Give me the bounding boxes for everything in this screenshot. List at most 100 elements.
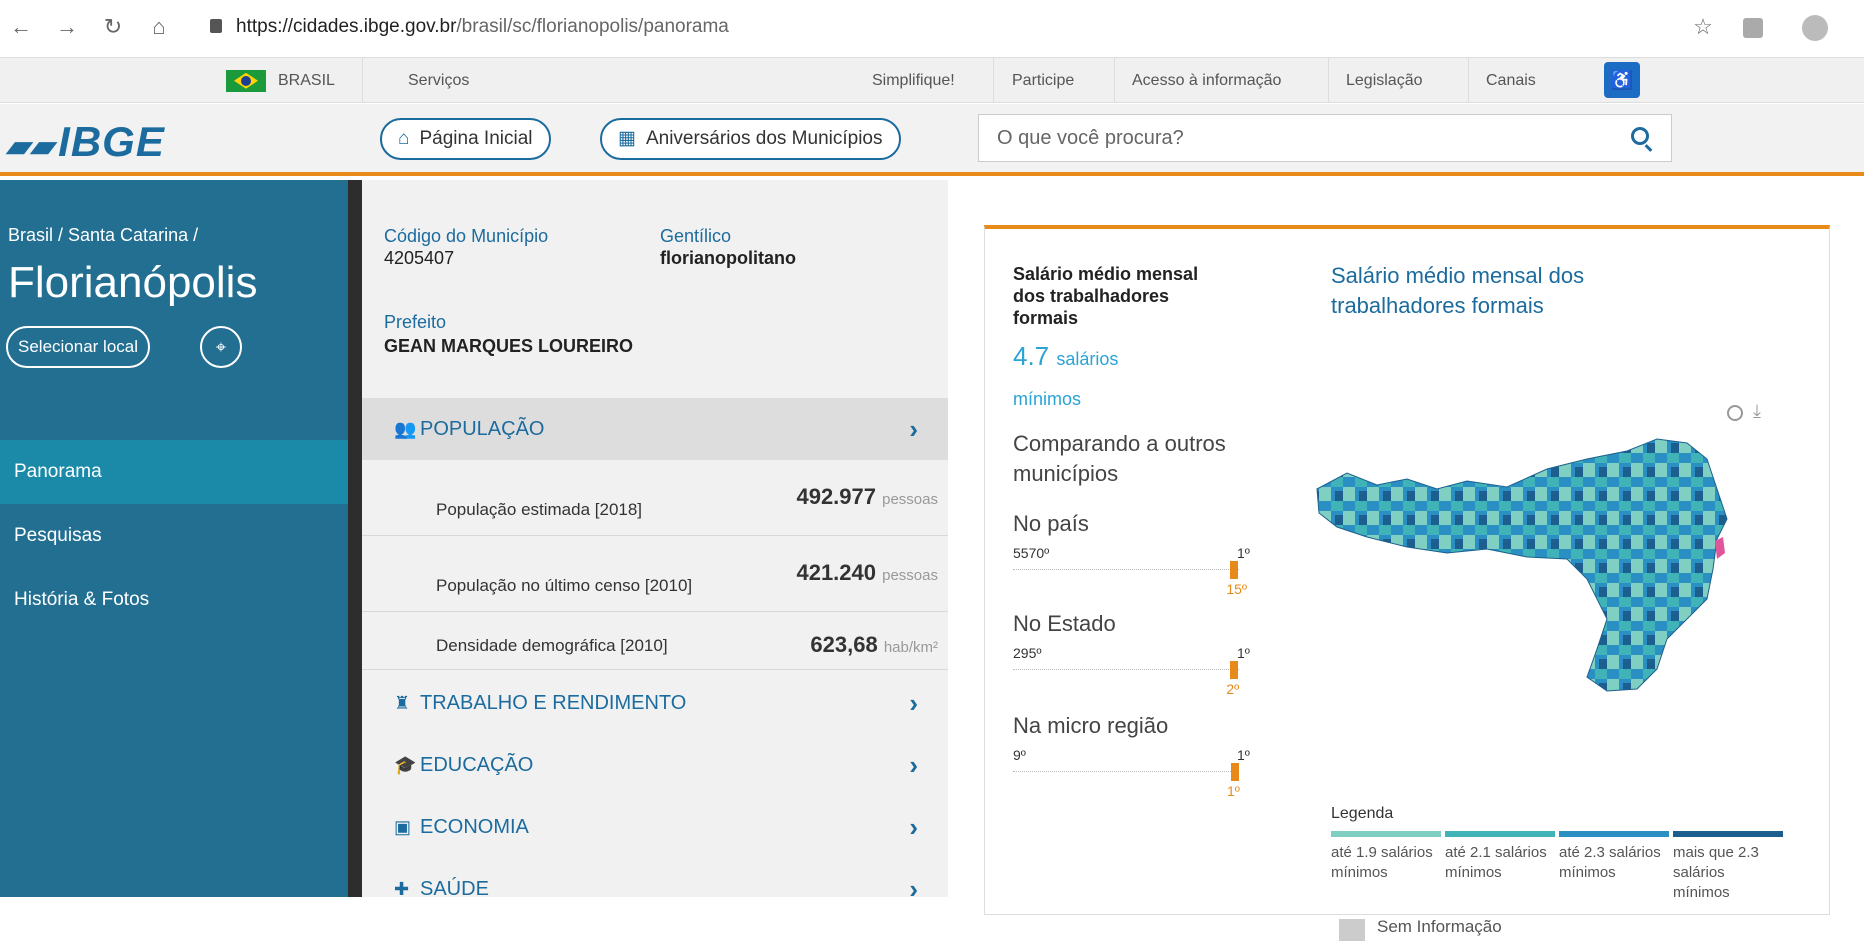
rank-micro-label: Na micro região bbox=[1013, 713, 1169, 738]
forward-icon[interactable]: → bbox=[52, 12, 82, 42]
bookmark-star-icon[interactable]: ☆ bbox=[1688, 12, 1718, 42]
row-value: 492.977 pessoas bbox=[796, 484, 938, 510]
legend-label: até 1.9 salários mínimos bbox=[1331, 844, 1433, 881]
rank-state-max: 1º bbox=[1237, 645, 1250, 661]
url-host: https://cidades.ibge.gov.br bbox=[236, 16, 457, 37]
rank-state-position: 2º bbox=[1226, 681, 1240, 697]
brasil-link[interactable]: BRASIL bbox=[226, 58, 335, 103]
rank-country-min: 5570º bbox=[1013, 545, 1050, 561]
salary-unit-1: salários bbox=[1056, 349, 1119, 369]
row-label: População estimada [2018] bbox=[436, 500, 643, 519]
rank-micro-min: 9º bbox=[1013, 747, 1026, 763]
row-unit: hab/km² bbox=[883, 639, 938, 656]
legislacao-link[interactable]: Legislação bbox=[1346, 58, 1423, 103]
rank-micro-max: 1º bbox=[1237, 747, 1250, 763]
reload-icon[interactable]: ↻ bbox=[98, 12, 128, 42]
sidebar-divider bbox=[348, 180, 362, 897]
rank-micro-position: 1º bbox=[1227, 783, 1240, 799]
no-info-swatch bbox=[1339, 919, 1365, 941]
city-title: Florianópolis bbox=[8, 258, 258, 307]
acesso-informacao-link[interactable]: Acesso à informação bbox=[1132, 58, 1281, 103]
row-unit: pessoas bbox=[882, 491, 938, 508]
search-input[interactable] bbox=[997, 115, 1597, 161]
home-button-label: Página Inicial bbox=[419, 128, 533, 149]
sidebar-item-panorama[interactable]: Panorama bbox=[0, 440, 348, 504]
section-educacao-label: EDUCAÇÃO bbox=[420, 754, 534, 776]
table-row: Densidade demográfica [2010] 623,68 hab/… bbox=[362, 612, 948, 670]
home-button[interactable]: ⌂ Página Inicial bbox=[380, 118, 551, 160]
legend-title: Legenda bbox=[1331, 805, 1394, 822]
section-educacao[interactable]: 🎓 EDUCAÇÃO › bbox=[362, 734, 948, 796]
salary-unit-2: mínimos bbox=[1013, 389, 1082, 409]
row-value-number: 492.977 bbox=[796, 484, 876, 509]
extension-icon[interactable] bbox=[1738, 12, 1768, 42]
detail-panel: Salário médio mensal dos trabalhadores f… bbox=[948, 180, 1864, 941]
browser-toolbar: ← → ↻ ⌂ https://cidades.ibge.gov.br/bras… bbox=[0, 0, 1864, 58]
home-icon[interactable]: ⌂ bbox=[144, 12, 174, 42]
florianopolis-highlight[interactable] bbox=[1715, 537, 1725, 559]
state-shape[interactable] bbox=[1316, 438, 1728, 692]
location-pin-icon[interactable]: ⌖ bbox=[200, 326, 242, 368]
anniversaries-button[interactable]: ▦ Aniversários dos Municípios bbox=[600, 118, 901, 160]
rank-state-track bbox=[1013, 669, 1239, 670]
table-row: População no último censo [2010] 421.240… bbox=[362, 536, 948, 612]
section-economia-label: ECONOMIA bbox=[420, 816, 529, 838]
legend-swatch bbox=[1673, 831, 1783, 837]
row-value-number: 623,68 bbox=[810, 632, 878, 657]
rank-country-position: 15º bbox=[1226, 581, 1247, 597]
back-icon[interactable]: ← bbox=[6, 12, 36, 42]
mayor-label: Prefeito bbox=[384, 312, 447, 332]
chevron-right-icon: › bbox=[909, 688, 918, 718]
row-value-number: 421.240 bbox=[796, 560, 876, 585]
section-saude[interactable]: ✚ SAÚDE › bbox=[362, 858, 948, 920]
select-location-button[interactable]: Selecionar local bbox=[6, 326, 151, 368]
rank-country-track bbox=[1013, 569, 1239, 570]
accessibility-icon[interactable]: ♿ bbox=[1604, 62, 1640, 98]
servicos-link[interactable]: Serviços bbox=[408, 58, 469, 103]
search-icon[interactable] bbox=[1631, 127, 1649, 145]
section-populacao[interactable]: 👥 POPULAÇÃO › bbox=[362, 398, 948, 460]
legend-swatch bbox=[1559, 831, 1669, 837]
ibge-logo[interactable]: ▰▰IBGE bbox=[6, 118, 165, 166]
legend-label: até 2.3 salários mínimos bbox=[1559, 844, 1661, 881]
health-icon: ✚ bbox=[394, 879, 410, 899]
chevron-right-icon: › bbox=[909, 414, 918, 444]
rank-country-marker bbox=[1230, 561, 1239, 579]
compare-heading: Comparando a outros municípios bbox=[1013, 431, 1226, 486]
santa-catarina-map[interactable] bbox=[1307, 429, 1787, 739]
legend-swatch bbox=[1331, 831, 1441, 837]
canais-link[interactable]: Canais bbox=[1486, 58, 1536, 103]
url-path: /brasil/sc/florianopolis/panorama bbox=[456, 16, 729, 37]
map-title: Salário médio mensal dos trabalhadores f… bbox=[1331, 263, 1585, 318]
rank-state-min: 295º bbox=[1013, 645, 1042, 661]
house-icon: ⌂ bbox=[398, 128, 410, 149]
row-label: Densidade demográfica [2010] bbox=[436, 636, 668, 655]
breadcrumb[interactable]: Brasil / Santa Catarina / bbox=[8, 225, 198, 246]
sidebar-item-historia[interactable]: História & Fotos bbox=[0, 568, 348, 632]
row-label: População no último censo [2010] bbox=[436, 576, 693, 595]
profile-icon[interactable] bbox=[1800, 12, 1830, 42]
section-economia[interactable]: ▣ ECONOMIA › bbox=[362, 796, 948, 858]
row-value: 421.240 pessoas bbox=[796, 560, 938, 586]
logo-text: IBGE bbox=[58, 118, 165, 165]
brasil-label: BRASIL bbox=[278, 72, 335, 89]
anniversaries-button-label: Aniversários dos Municípios bbox=[645, 128, 883, 149]
simplifique-link[interactable]: Simplifique! bbox=[872, 58, 955, 103]
chevron-right-icon: › bbox=[909, 874, 918, 904]
chevron-right-icon: › bbox=[909, 812, 918, 842]
code-value: 4205407 bbox=[384, 248, 455, 268]
zoom-icon[interactable] bbox=[1727, 405, 1743, 421]
graduation-cap-icon: 🎓 bbox=[394, 755, 417, 775]
sidebar-item-pesquisas[interactable]: Pesquisas bbox=[0, 504, 348, 568]
download-icon[interactable]: ⤓ bbox=[1753, 401, 1761, 422]
section-trabalho[interactable]: ♜ TRABALHO E RENDIMENTO › bbox=[362, 672, 948, 734]
rank-state-marker bbox=[1230, 661, 1239, 679]
participe-link[interactable]: Participe bbox=[1012, 58, 1074, 103]
gentilic-value: florianopolitano bbox=[660, 248, 796, 268]
legend-label: até 2.1 salários mínimos bbox=[1445, 844, 1547, 881]
code-label: Código do Município bbox=[384, 226, 549, 246]
money-icon: ▣ bbox=[394, 817, 412, 837]
table-row: População estimada [2018] 492.977 pessoa… bbox=[362, 460, 948, 536]
cake-icon: ▦ bbox=[618, 128, 636, 149]
address-bar[interactable]: https://cidades.ibge.gov.br/brasil/sc/fl… bbox=[210, 12, 729, 42]
